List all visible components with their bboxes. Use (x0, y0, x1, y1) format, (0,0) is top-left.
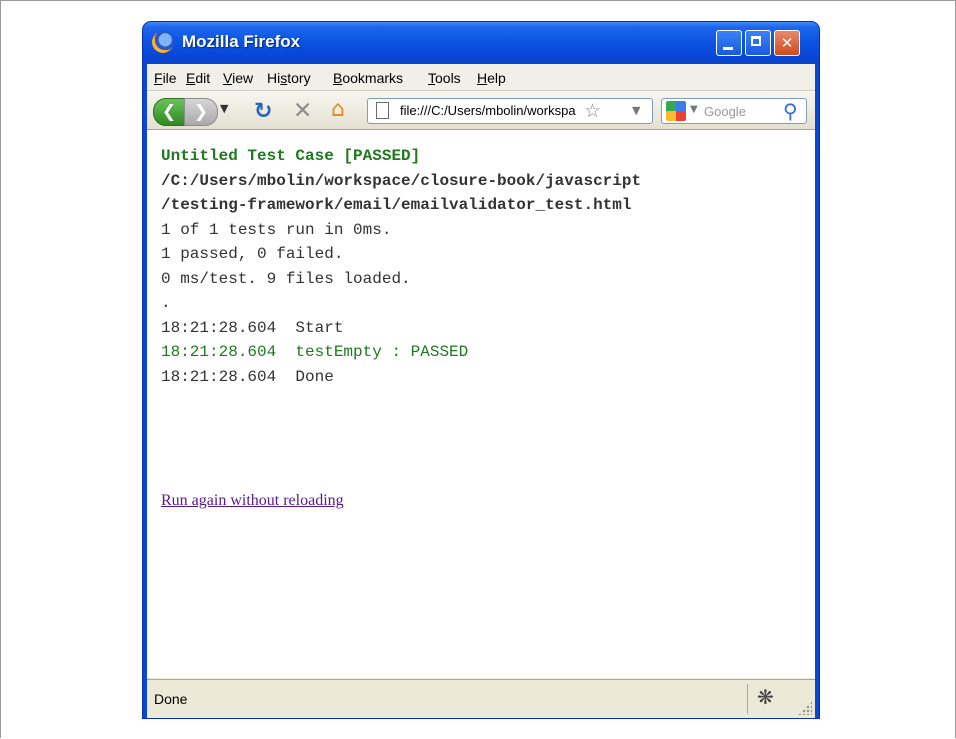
menu-bar: File Edit View History Bookmarks Tools H… (147, 64, 815, 91)
menu-bookmarks[interactable]: Bookmarks (333, 70, 403, 86)
menu-bookmarks-label: ookmarks (342, 70, 404, 86)
test-output: Untitled Test Case [PASSED] /C:/Users/mb… (161, 144, 641, 389)
browser-window: Mozilla Firefox ✕ File Edit View History… (143, 22, 819, 718)
log-entry: 18:21:28.604 testEmpty : PASSED (161, 340, 641, 365)
firebug-icon[interactable]: ❋ (757, 685, 774, 709)
menu-bookmarks-mnemonic: B (333, 70, 343, 86)
page-icon (376, 102, 389, 119)
url-dropdown-icon[interactable]: ▼ (632, 104, 640, 117)
log-entry: 18:21:28.604 Done (161, 365, 641, 390)
test-file-path-line1: /C:/Users/mbolin/workspace/closure-book/… (161, 171, 642, 190)
firefox-logo-icon (152, 31, 174, 53)
reload-icon[interactable]: ↻ (254, 99, 272, 124)
status-text: Done (154, 691, 188, 707)
menu-edit[interactable]: Edit (186, 70, 210, 86)
maximize-button[interactable] (745, 30, 771, 56)
stop-icon[interactable]: ✕ (293, 98, 312, 124)
google-search-engine-icon[interactable] (666, 101, 686, 121)
browser-client-area: File Edit View History Bookmarks Tools H… (147, 64, 815, 718)
history-dropdown-icon[interactable]: ▼ (220, 102, 228, 115)
home-icon[interactable]: ⌂ (331, 97, 345, 122)
pass-fail-summary: 1 passed, 0 failed. (161, 245, 344, 263)
search-bar[interactable]: ▼ Google ⚲ (661, 98, 807, 124)
search-engine-dropdown-icon[interactable]: ▼ (690, 104, 698, 115)
forward-arrow-icon: ❯ (193, 102, 209, 122)
status-bar: Done ❋ (147, 679, 815, 718)
menu-file-label: ile (162, 70, 177, 86)
page-content: Untitled Test Case [PASSED] /C:/Users/mb… (147, 130, 815, 678)
menu-tools-mnemonic: T (428, 70, 435, 86)
close-button[interactable]: ✕ (774, 30, 800, 56)
menu-help-mnemonic: H (477, 70, 488, 86)
menu-tools-label: ools (435, 70, 461, 86)
search-input[interactable]: Google (704, 104, 746, 119)
log-message: Start (295, 318, 344, 337)
log-time: 18:21:28.604 (161, 343, 277, 361)
back-button[interactable]: ❮ (153, 98, 185, 126)
log-time: 18:21:28.604 (161, 367, 277, 386)
menu-view-label: iew (232, 70, 254, 86)
run-again-link[interactable]: Run again without reloading (161, 492, 344, 510)
menu-history-label: tory (287, 70, 311, 86)
menu-help[interactable]: Help (477, 70, 506, 86)
bookmark-star-icon[interactable]: ☆ (584, 100, 601, 122)
menu-history[interactable]: History (267, 70, 311, 86)
window-title: Mozilla Firefox (182, 32, 301, 51)
tests-run-summary: 1 of 1 tests run in 0ms. (161, 220, 392, 239)
menu-file-mnemonic: F (154, 70, 163, 86)
forward-button[interactable]: ❯ (184, 98, 218, 126)
close-icon: ✕ (780, 34, 794, 52)
menu-view[interactable]: View (223, 70, 253, 86)
progress-dot: . (161, 294, 171, 312)
maximize-icon (751, 36, 761, 46)
log-time: 18:21:28.604 (161, 318, 277, 337)
menu-help-label: elp (487, 70, 506, 86)
url-bar[interactable]: file:///C:/Users/mbolin/workspace/closur… (367, 98, 653, 124)
resize-grip-icon[interactable] (798, 701, 812, 715)
search-icon[interactable]: ⚲ (783, 99, 798, 123)
log-message: testEmpty : PASSED (295, 343, 469, 361)
menu-tools[interactable]: Tools (428, 70, 461, 86)
files-loaded-summary: 0 ms/test. 9 files loaded. (161, 269, 411, 288)
menu-file[interactable]: File (154, 70, 177, 86)
menu-edit-mnemonic: E (186, 70, 196, 86)
menu-view-mnemonic: V (223, 70, 233, 86)
log-message: Done (295, 367, 334, 386)
minimize-icon (723, 47, 733, 50)
url-input[interactable]: file:///C:/Users/mbolin/workspace/closur… (400, 103, 576, 118)
log-entry: 18:21:28.604 Start (161, 316, 641, 341)
minimize-button[interactable] (716, 30, 742, 56)
menu-edit-label: dit (195, 70, 211, 86)
back-arrow-icon: ❮ (161, 102, 177, 122)
status-divider (747, 684, 748, 714)
title-bar[interactable]: Mozilla Firefox ✕ (143, 22, 819, 64)
test-case-heading: Untitled Test Case [PASSED] (161, 147, 421, 165)
navigation-toolbar: ❮ ❯ ▼ ↻ ✕ ⌂ file:///C:/Users/mbolin/work… (147, 91, 815, 130)
menu-history-prefix: Hi (267, 70, 281, 86)
test-file-path-line2: /testing-framework/email/emailvalidator_… (161, 196, 632, 214)
